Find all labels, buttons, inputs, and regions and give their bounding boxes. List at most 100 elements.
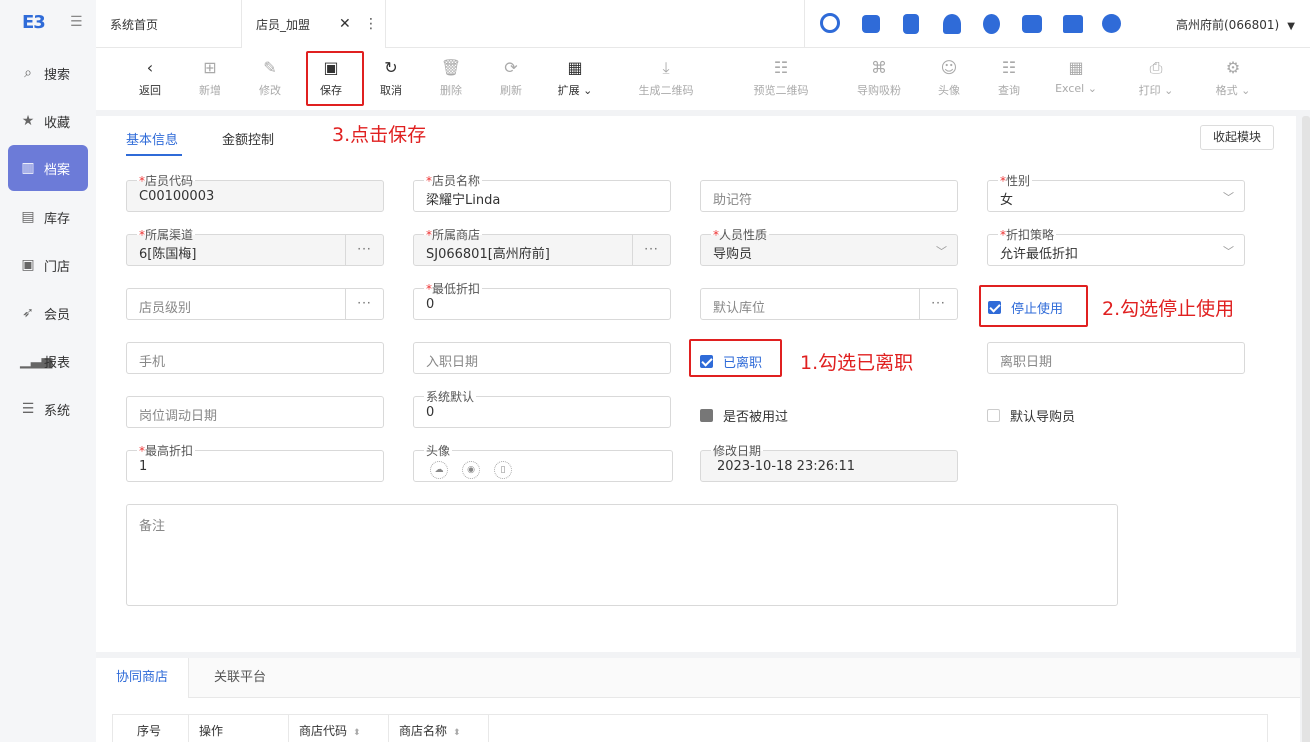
excel-button[interactable]: ▦ Excel ⌄ bbox=[1046, 58, 1106, 95]
search-icon[interactable] bbox=[820, 13, 840, 33]
column-header-store-code[interactable]: 商店代码 ⬍ bbox=[289, 715, 389, 742]
sidebar-item-archive[interactable]: ▥ 档案 bbox=[8, 145, 88, 191]
phone-field[interactable]: 手机 bbox=[126, 342, 384, 374]
refresh-button[interactable]: ⟳ 刷新 bbox=[481, 58, 541, 98]
delete-button[interactable]: 🗑 删除 bbox=[421, 58, 481, 98]
extend-button[interactable]: ▦ 扩展 ⌄ bbox=[545, 58, 605, 98]
more-vertical-icon[interactable]: ⋮ bbox=[364, 16, 378, 32]
chevron-down-icon: ﹀ bbox=[936, 245, 947, 258]
staff-type-select[interactable]: *人员性质 导购员 ﹀ bbox=[700, 228, 958, 266]
field-label: *店员名称 bbox=[424, 174, 483, 188]
stores-table-header: 序号 操作 商店代码 ⬍ 商店名称 ⬍ bbox=[112, 714, 1268, 742]
sidebar-item-label: 搜索 bbox=[44, 67, 71, 83]
shirt-icon[interactable] bbox=[1063, 15, 1083, 33]
toolbar: ‹ 返回 ⊞ 新增 ✎ 修改 ▣ 保存 ↻ 取消 🗑 删除 ⟳ 刷新 ▦ 扩展 ⌄ ⤓ 生成二维码… bbox=[96, 48, 1310, 110]
staff-code-field[interactable]: *店员代码 C00100003 bbox=[126, 174, 384, 212]
format-button[interactable]: ⚙ 格式 ⌄ bbox=[1203, 58, 1263, 98]
min-discount-field[interactable]: *最低折扣 0 bbox=[413, 282, 671, 320]
sidebar: E3 ⌕ 搜索 ★ 收藏 ▥ 档案 ▤ 库存 ▣ 门店 ➶ 会员 ▁▃▅ 报表 ☰ 系统 bbox=[0, 0, 96, 742]
transfer-date-field[interactable]: 岗位调动日期 bbox=[126, 396, 384, 428]
collapse-module-button[interactable]: 收起模块 bbox=[1200, 125, 1274, 150]
tab-collab-stores[interactable]: 协同商店 bbox=[96, 658, 190, 698]
cancel-button[interactable]: ↻ 取消 bbox=[361, 58, 421, 98]
field-placeholder: 店员级别 bbox=[139, 301, 192, 316]
annotation-step1: 1.勾选已离职 bbox=[800, 352, 914, 374]
cashier-icon[interactable] bbox=[1022, 15, 1042, 33]
expand-icon[interactable] bbox=[862, 15, 880, 33]
guide-fans-button[interactable]: ⌘ 导购吸粉 bbox=[839, 58, 919, 98]
store-switcher[interactable]: 高州府前(066801) ▼ bbox=[1176, 16, 1295, 33]
back-button[interactable]: ‹ 返回 bbox=[120, 58, 180, 98]
modify-date-field[interactable]: 修改日期 2023-10-18 23:26:11 bbox=[700, 444, 958, 482]
label-text: 店员名称 bbox=[432, 174, 481, 188]
label-text: 修改日期 bbox=[713, 444, 762, 458]
sidebar-item-report[interactable]: ▁▃▅ 报表 bbox=[8, 338, 88, 384]
column-header-store-name[interactable]: 商店名称 ⬍ bbox=[389, 715, 489, 742]
print-button[interactable]: ⎙ 打印 ⌄ bbox=[1126, 58, 1186, 98]
channel-field[interactable]: *所属渠道 6[陈国梅] ··· bbox=[126, 228, 384, 266]
more-icon[interactable]: ··· bbox=[345, 235, 383, 265]
button-label: 预览二维码 bbox=[753, 84, 809, 97]
sidebar-item-favorites[interactable]: ★ 收藏 bbox=[8, 98, 88, 144]
close-icon[interactable]: ✕ bbox=[339, 16, 351, 32]
user-icon[interactable] bbox=[943, 14, 961, 34]
checkbox-unchecked-icon bbox=[987, 409, 1000, 422]
clipboard-icon[interactable] bbox=[903, 14, 919, 34]
sidebar-item-store[interactable]: ▣ 门店 bbox=[8, 242, 88, 288]
sort-icon[interactable]: ⬍ bbox=[353, 728, 361, 738]
sidebar-item-label: 收藏 bbox=[44, 115, 71, 131]
sidebar-item-system[interactable]: ☰ 系统 bbox=[8, 386, 88, 432]
staff-name-field[interactable]: *店员名称 梁耀宁Linda bbox=[413, 174, 671, 212]
tab-amount-control[interactable]: 金额控制 bbox=[222, 129, 274, 148]
upload-icon[interactable]: ☁ bbox=[430, 461, 448, 479]
mnemonic-field[interactable]: 助记符 bbox=[700, 180, 958, 212]
label-text: 最低折扣 bbox=[432, 282, 481, 296]
sort-icon[interactable]: ⬍ bbox=[453, 728, 461, 738]
generate-qr-button[interactable]: ⤓ 生成二维码 bbox=[626, 58, 706, 98]
form-panel: 基本信息 金额控制 3.点击保存 收起模块 *店员代码 C00100003 *店员… bbox=[96, 116, 1296, 652]
bulb-icon[interactable] bbox=[983, 14, 1000, 34]
system-default-field[interactable]: 系统默认 0 bbox=[413, 390, 671, 428]
download-icon: ⤓ bbox=[662, 58, 670, 77]
preview-icon: ☷ bbox=[773, 58, 789, 77]
tab-staff-franchise[interactable]: 店员_加盟 ✕ ⋮ bbox=[241, 0, 386, 48]
more-icon[interactable]: ··· bbox=[632, 235, 670, 265]
add-button[interactable]: ⊞ 新增 bbox=[180, 58, 240, 98]
sidebar-item-search[interactable]: ⌕ 搜索 bbox=[8, 50, 88, 96]
edit-button[interactable]: ✎ 修改 bbox=[240, 58, 300, 98]
field-value: 2023-10-18 23:26:11 bbox=[717, 459, 856, 474]
avatar-button[interactable]: ☺ 头像 bbox=[919, 58, 979, 98]
more-icon[interactable]: ··· bbox=[919, 289, 957, 319]
max-discount-field[interactable]: *最高折扣 1 bbox=[126, 444, 384, 482]
default-guide-checkbox[interactable]: 默认导购员 bbox=[987, 406, 1075, 425]
query-button[interactable]: ☷ 查询 bbox=[979, 58, 1039, 98]
tab-linked-platforms[interactable]: 关联平台 bbox=[194, 658, 286, 698]
app-logo[interactable]: E3 bbox=[22, 12, 46, 33]
resign-date-field[interactable]: 离职日期 bbox=[987, 342, 1245, 374]
sidebar-item-inventory[interactable]: ▤ 库存 bbox=[8, 194, 88, 240]
more-icon[interactable]: ··· bbox=[345, 289, 383, 319]
column-label: 商店名称 bbox=[399, 724, 448, 738]
label-text: 店员代码 bbox=[145, 174, 194, 188]
menu-collapse-icon[interactable]: ☰ bbox=[70, 14, 86, 30]
eye-icon[interactable]: ◉ bbox=[462, 461, 480, 479]
gender-select[interactable]: *性别女 ﹀ bbox=[987, 174, 1245, 212]
default-location-field[interactable]: 默认库位 ··· bbox=[700, 288, 958, 320]
trash-icon[interactable]: ▯ bbox=[494, 461, 512, 479]
used-checkbox[interactable]: 是否被用过 bbox=[700, 406, 788, 425]
staff-level-field[interactable]: 店员级别 ··· bbox=[126, 288, 384, 320]
tab-home[interactable]: 系统首页 bbox=[110, 0, 158, 48]
sidebar-item-member[interactable]: ➶ 会员 bbox=[8, 290, 88, 336]
tab-basic-info[interactable]: 基本信息 bbox=[126, 129, 178, 148]
gear-icon[interactable] bbox=[1102, 14, 1121, 33]
discount-policy-select[interactable]: *折扣策略 允许最低折扣 ﹀ bbox=[987, 228, 1245, 266]
store-field[interactable]: *所属商店 SJ066801[高州府前] ··· bbox=[413, 228, 671, 266]
undo-icon: ↻ bbox=[384, 58, 398, 77]
remarks-textarea[interactable]: 备注 bbox=[126, 504, 1118, 606]
hire-date-field[interactable]: 入职日期 bbox=[413, 342, 671, 374]
vertical-scrollbar[interactable] bbox=[1302, 116, 1310, 742]
field-value: 0 bbox=[426, 297, 435, 312]
preview-qr-button[interactable]: ☷ 预览二维码 bbox=[741, 58, 821, 98]
star-icon: ★ bbox=[21, 113, 35, 129]
chevron-down-icon: ﹀ bbox=[1223, 191, 1234, 204]
